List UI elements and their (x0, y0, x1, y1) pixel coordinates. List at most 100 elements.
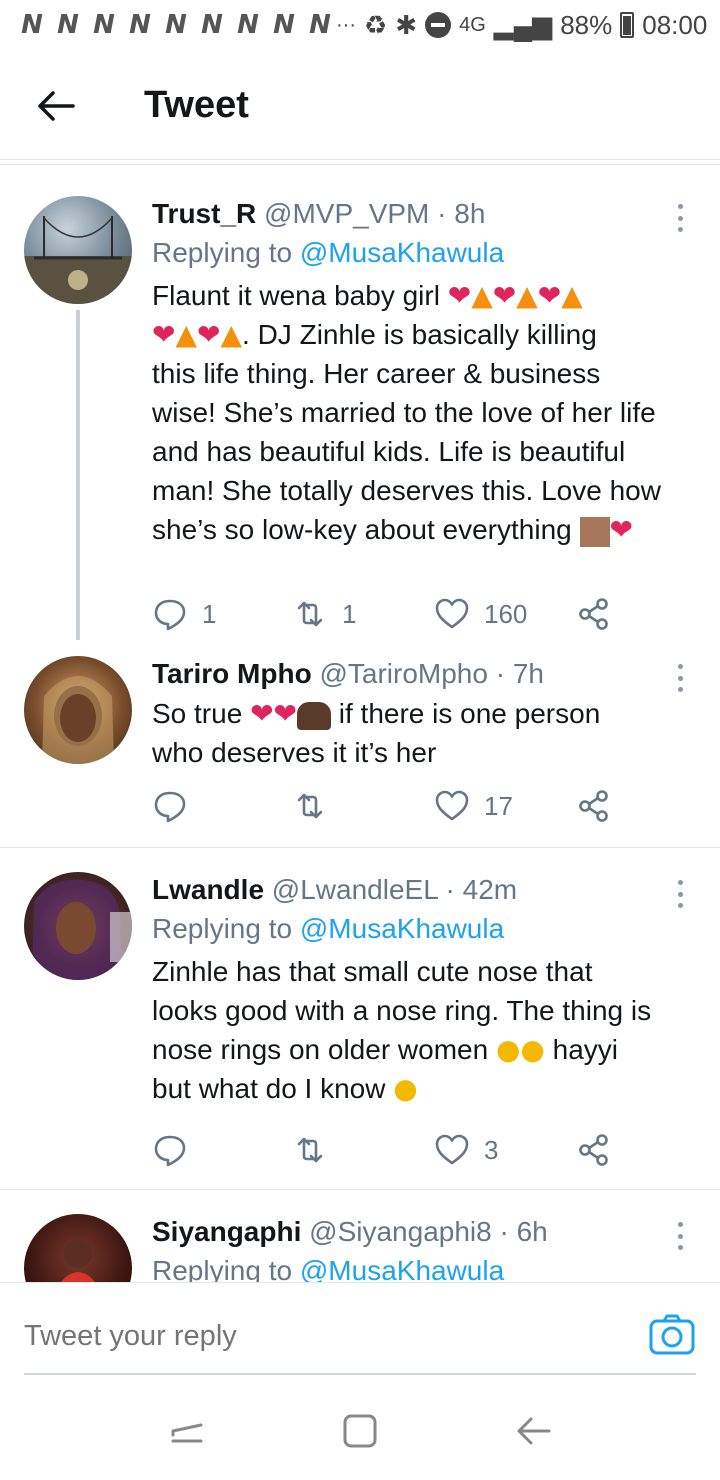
author-name[interactable]: Siyangaphi (152, 1216, 301, 1247)
system-navigation-bar (0, 1382, 720, 1480)
mention-link[interactable]: @MusaKhawula (300, 913, 504, 944)
like-count: 160 (484, 598, 528, 629)
reply-count: 1 (202, 598, 217, 629)
mention-link[interactable]: @MusaKhawula (300, 1255, 504, 1282)
replying-to: Replying to @MusaKhawula (152, 1252, 700, 1282)
home-icon (343, 1414, 377, 1448)
share-button[interactable] (576, 1132, 612, 1168)
notification-icon: N (309, 10, 331, 40)
tweet-text: Zinhle has that small cute nose that loo… (152, 952, 700, 1108)
avatar[interactable] (24, 872, 132, 980)
tweet-meta: Lwandle @LwandleEL · 42m (152, 870, 700, 910)
tweet[interactable]: Siyangaphi @Siyangaphi8 · 6h Replying to… (0, 1212, 720, 1282)
avatar[interactable] (24, 656, 132, 764)
retweet-button[interactable] (292, 788, 434, 824)
more-options-button[interactable] (668, 874, 692, 914)
bluetooth-icon: ✱ (395, 9, 418, 40)
recycle-icon: ♻ (363, 9, 388, 40)
author-handle[interactable]: @MVP_VPM (264, 198, 429, 229)
heart-outline-icon (435, 790, 469, 821)
heart-emoji: ❤ (273, 697, 297, 730)
avatar[interactable] (24, 1214, 132, 1282)
signal-icon: ▂▄▆ (493, 9, 553, 40)
tweet-text-line: wise! She’s married to the love of her l… (152, 397, 656, 428)
heart-emoji: ❤ (537, 279, 562, 312)
eye-roll-emoji: ● (393, 1072, 418, 1105)
tweet-time: · 8h (437, 198, 486, 229)
replying-prefix: Replying to (152, 1255, 293, 1282)
avatar-photo (32, 879, 132, 980)
tweet-time: · 6h (499, 1216, 548, 1247)
tweet-text-line: hayyi (552, 1034, 619, 1065)
battery-percent: 88% (560, 9, 613, 40)
overflow-indicator: ··· (336, 13, 356, 36)
back-chevron-icon (517, 1417, 551, 1445)
tweet-meta: Trust_R @MVP_VPM · 8h (152, 194, 700, 234)
retweet-button[interactable] (292, 1132, 434, 1168)
clock: 08:00 (642, 9, 708, 40)
reply-bubble-icon (154, 1135, 186, 1167)
system-indicators: ··· ♻ ✱ 4G ▂▄▆ 88% 08:00 (336, 10, 707, 41)
retweet-icon (297, 793, 323, 819)
notification-icon: N (201, 10, 223, 40)
avatar[interactable] (24, 196, 132, 304)
reply-composer (0, 1282, 720, 1382)
heart-emoji: ❤ (152, 318, 176, 351)
more-options-button[interactable] (668, 658, 692, 698)
replying-prefix: Replying to (152, 913, 293, 944)
recents-button[interactable] (157, 1401, 217, 1461)
like-button[interactable]: 17 (434, 788, 576, 824)
more-options-button[interactable] (668, 1216, 692, 1256)
more-options-button[interactable] (668, 198, 692, 238)
reply-button[interactable] (152, 788, 292, 824)
notification-icon: N (129, 10, 151, 40)
author-name[interactable]: Trust_R (152, 198, 256, 229)
home-button[interactable] (330, 1401, 390, 1461)
author-name[interactable]: Lwandle (152, 874, 264, 905)
back-button[interactable] (20, 70, 92, 142)
tweet-text-line: she’s so low-key about everything (152, 514, 572, 545)
heart-emoji: ❤ (447, 279, 472, 312)
share-icon (579, 790, 608, 822)
author-handle[interactable]: @LwandleEL (272, 874, 438, 905)
share-button[interactable] (576, 596, 612, 632)
reply-button[interactable]: 1 (152, 596, 292, 632)
tweet-actions: 17 (152, 784, 672, 828)
fire-emoji: ▲ (471, 279, 493, 312)
retweet-icon (297, 601, 323, 627)
like-button[interactable]: 3 (434, 1132, 576, 1168)
notification-icons: N N N N N N N N N (16, 10, 336, 40)
like-button[interactable]: 160 (434, 596, 576, 632)
share-button[interactable] (576, 788, 612, 824)
retweet-icon (297, 1137, 323, 1163)
smirk-emoji: ●● (495, 1033, 545, 1066)
tweet-text-line: man! She totally deserves this. Love how (152, 475, 661, 506)
tweet-text: So true ❤❤ if there is one person who de… (152, 694, 700, 772)
like-count: 3 (484, 1134, 499, 1165)
tweet-content: Trust_R @MVP_VPM · 8h Replying to @MusaK… (152, 194, 700, 549)
tweet[interactable]: Lwandle @LwandleEL · 42m Replying to @Mu… (0, 870, 720, 1188)
author-name[interactable]: Tariro Mpho (152, 658, 312, 689)
avatar-photo (61, 1240, 95, 1282)
mention-link[interactable]: @MusaKhawula (300, 237, 504, 268)
tweet-text-line: Flaunt it wena baby girl (152, 280, 440, 311)
camera-button[interactable] (648, 1311, 696, 1359)
reply-input[interactable] (24, 1311, 584, 1361)
fire-emoji: ▲ (220, 318, 243, 351)
status-bar: N N N N N N N N N ··· ♻ ✱ 4G ▂▄▆ 88% 08:… (0, 0, 720, 50)
reply-button[interactable] (152, 1132, 292, 1168)
author-handle[interactable]: @Siyangaphi8 (309, 1216, 492, 1247)
heart-emoji: ❤ (197, 318, 221, 351)
notification-icon: N (93, 10, 115, 40)
heart-outline-icon (435, 598, 469, 629)
tweet[interactable]: Trust_R @MVP_VPM · 8h Replying to @MusaK… (0, 194, 720, 654)
praying-hands-emoji (297, 701, 331, 730)
tweet[interactable]: Tariro Mpho @TariroMpho · 7h So true ❤❤ … (0, 654, 720, 846)
system-back-button[interactable] (503, 1401, 563, 1461)
tweet-thread[interactable]: Trust_R @MVP_VPM · 8h Replying to @MusaK… (0, 170, 720, 1282)
retweet-button[interactable]: 1 (292, 596, 434, 632)
notification-icon: N (237, 10, 259, 40)
notification-icon: N (57, 10, 79, 40)
author-handle[interactable]: @TariroMpho (319, 658, 487, 689)
tweet-meta: Tariro Mpho @TariroMpho · 7h (152, 654, 700, 694)
